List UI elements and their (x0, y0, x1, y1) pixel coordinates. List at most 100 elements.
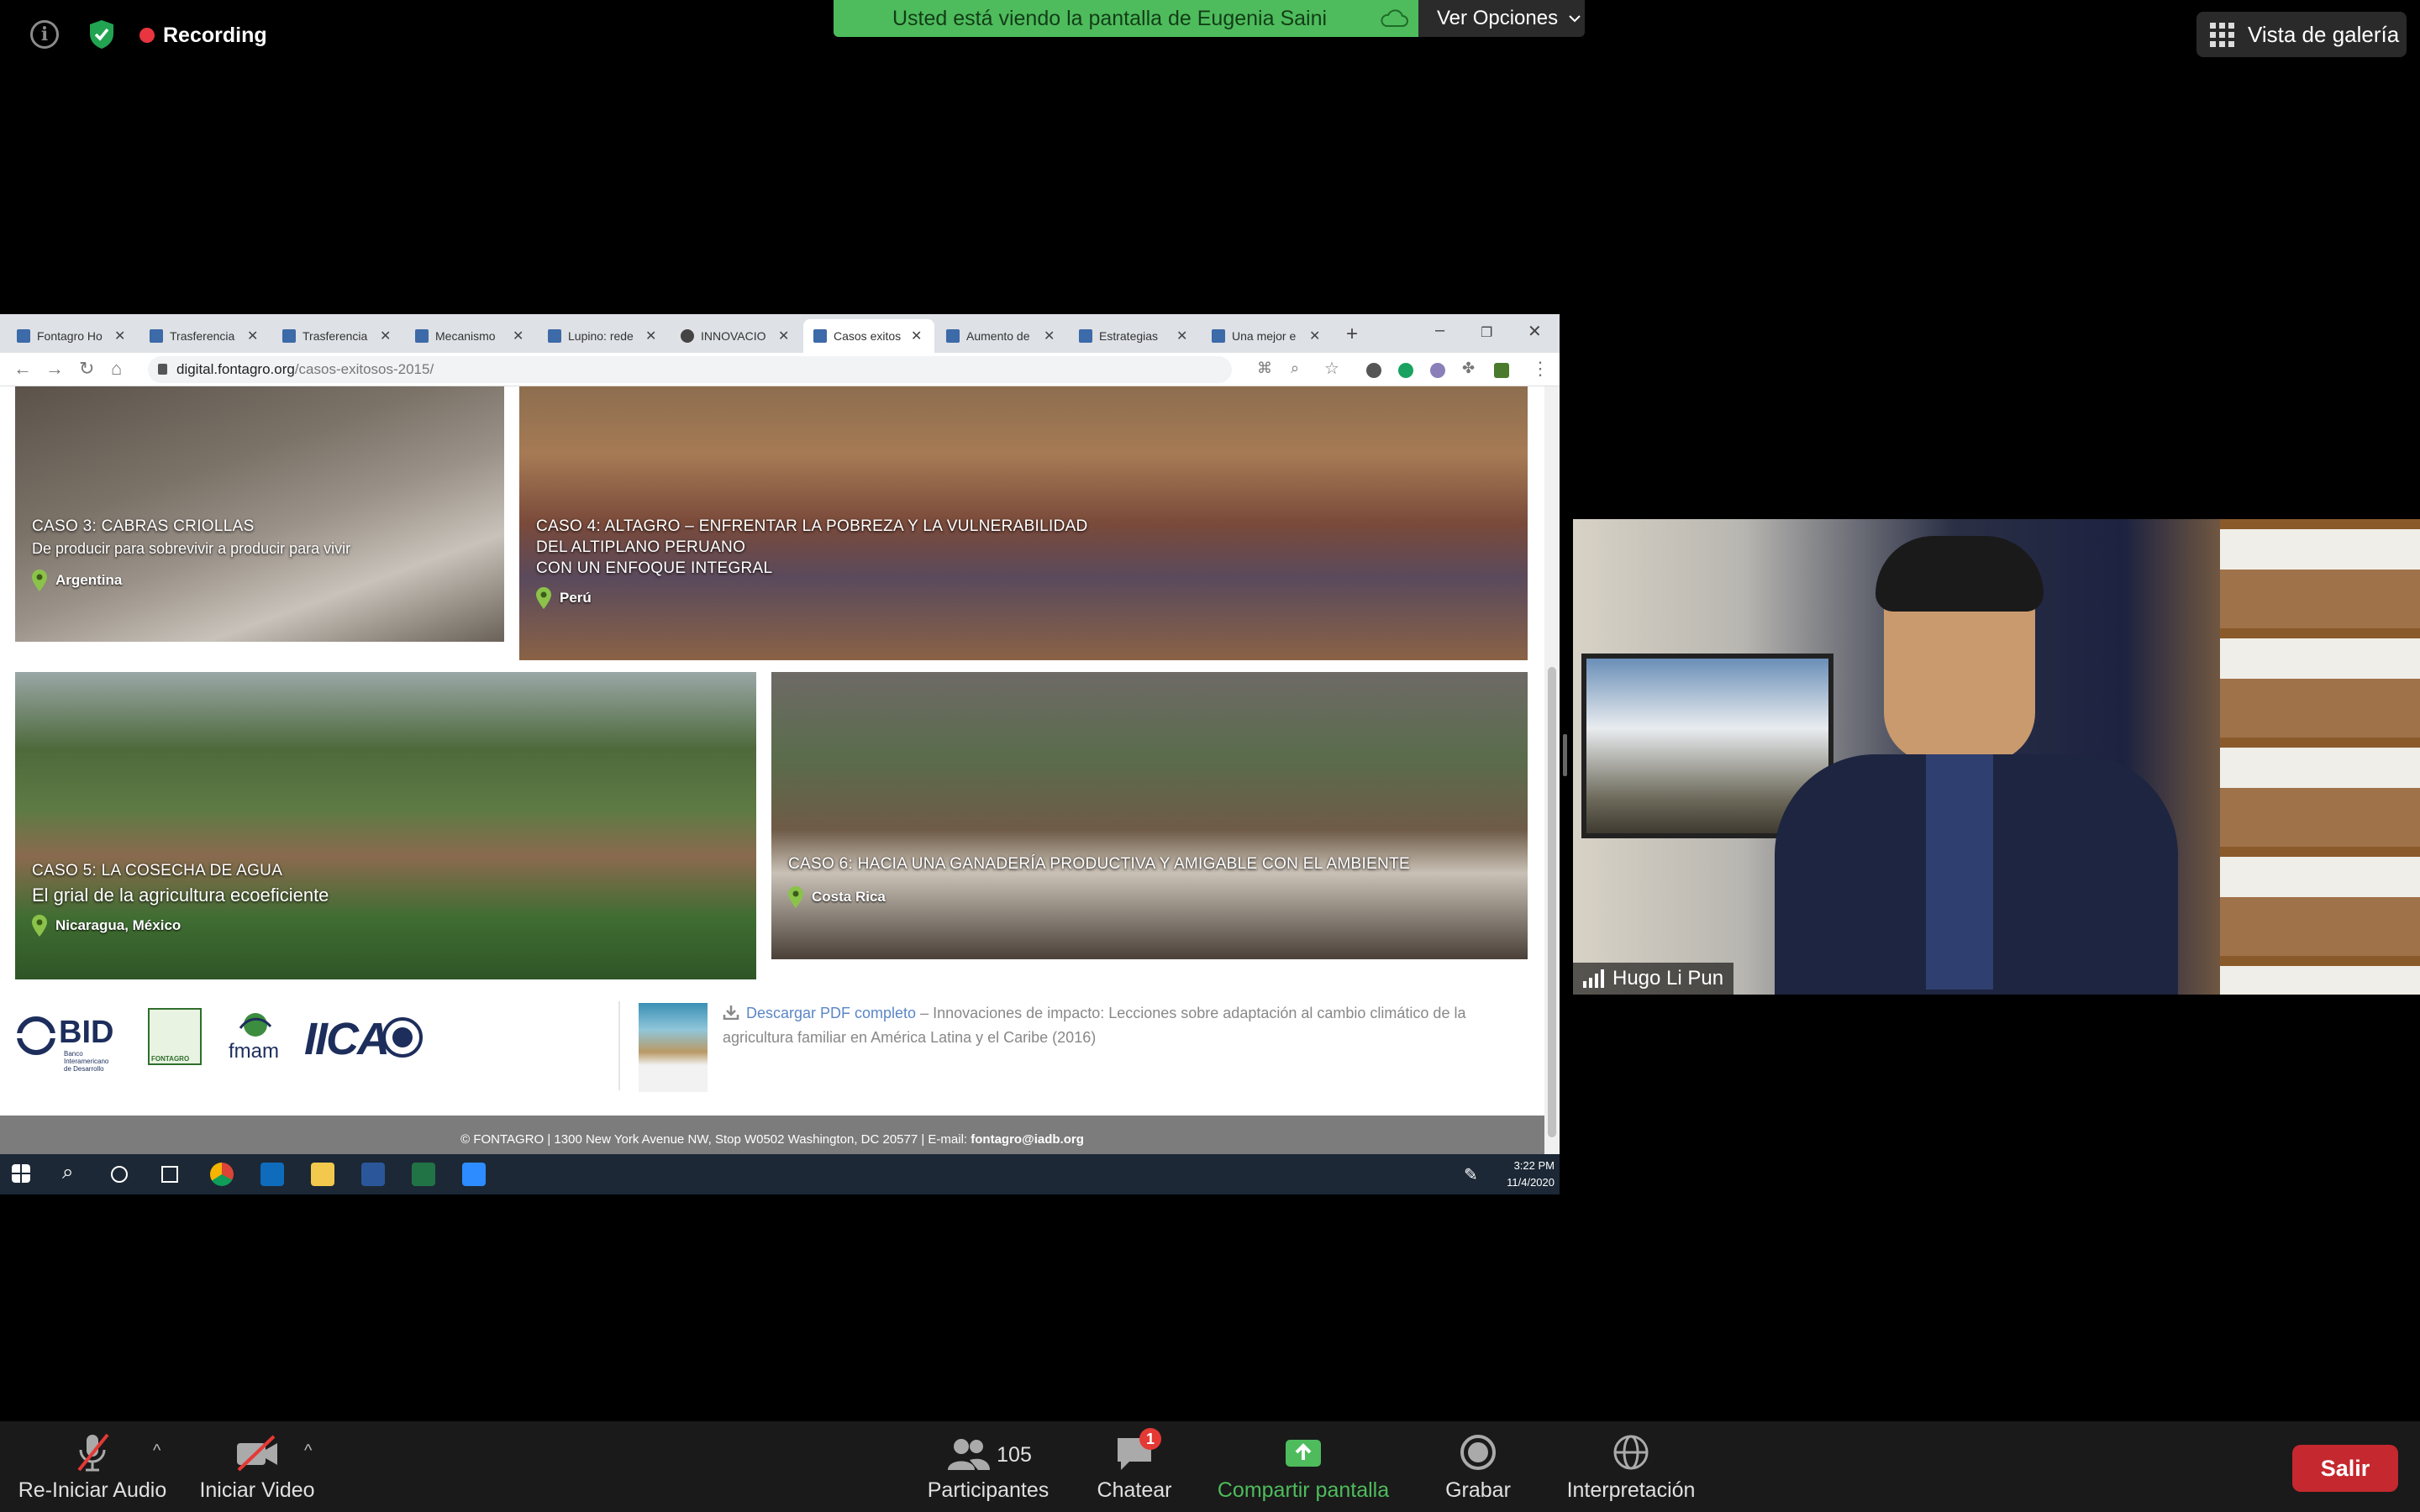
close-tab-icon[interactable]: ✕ (1309, 328, 1320, 344)
home-icon[interactable]: ⌂ (111, 358, 122, 380)
new-tab-icon[interactable]: + (1346, 323, 1358, 346)
url-bar[interactable]: digital.fontagro.org/casos-exitosos-2015… (148, 356, 1232, 383)
close-tab-icon[interactable]: ✕ (114, 328, 125, 344)
browser-tab[interactable]: Aumento de ✕ (936, 319, 1067, 353)
globe-icon (1613, 1435, 1649, 1470)
iica-logo[interactable]: IICA (304, 1010, 425, 1064)
close-tab-icon[interactable]: ✕ (778, 328, 789, 344)
word-icon[interactable] (361, 1163, 385, 1186)
cortana-icon[interactable] (111, 1166, 128, 1183)
browser-tab-strip: Fontagro Ho ✕ Trasferencia ✕ Trasferencia ✕… (0, 314, 1560, 353)
info-icon[interactable]: i (30, 20, 59, 49)
minimize-icon[interactable]: – (1435, 321, 1444, 340)
recording-indicator[interactable]: Recording (139, 22, 267, 49)
participants-button[interactable]: 105 Participantes (919, 1431, 1057, 1503)
grammarly-icon[interactable] (1398, 363, 1413, 378)
forward-icon[interactable]: → (45, 358, 64, 380)
close-tab-icon[interactable]: ✕ (1176, 328, 1187, 344)
iica-logo-text: IICA (304, 1014, 390, 1064)
bookmark-star-icon[interactable]: ☆ (1324, 358, 1339, 379)
footer-email[interactable]: fontagro@iadb.org (971, 1132, 1084, 1147)
tab-title: INNOVACIO (701, 329, 766, 343)
view-options-button[interactable]: Ver Opciones (1418, 0, 1585, 37)
close-tab-icon[interactable]: ✕ (513, 328, 523, 344)
windows-start-icon[interactable] (12, 1164, 30, 1183)
fontagro-logo[interactable]: FONTAGRO (148, 1008, 202, 1065)
reload-icon[interactable]: ↻ (79, 358, 94, 380)
leave-button[interactable]: Salir (2292, 1445, 2398, 1492)
chrome-icon[interactable] (210, 1163, 234, 1186)
browser-tab-active[interactable]: Casos exitos ✕ (803, 319, 934, 353)
clock-date: 11/4/2020 (1507, 1176, 1555, 1189)
outlook-icon[interactable] (260, 1163, 284, 1186)
close-tab-icon[interactable]: ✕ (380, 328, 391, 344)
clock-time: 3:22 PM (1513, 1159, 1555, 1172)
download-pdf-link[interactable]: Descargar PDF completo (746, 1005, 916, 1021)
browser-tab[interactable]: Trasferencia ✕ (272, 319, 403, 353)
pdf-cover-thumbnail[interactable] (639, 1003, 708, 1092)
download-icon (723, 1005, 739, 1021)
system-clock[interactable]: 3:22 PM 11/4/2020 (1507, 1158, 1555, 1191)
case-card[interactable]: CASO 3: CABRAS CRIOLLAS De producir para… (15, 386, 504, 642)
gallery-view-label: Vista de galería (2248, 21, 2400, 47)
case-card[interactable]: CASO 6: HACIA UNA GANADERÍA PRODUCTIVA Y… (771, 672, 1528, 959)
task-view-icon[interactable] (161, 1166, 178, 1183)
restore-icon[interactable]: ❐ (1481, 324, 1492, 341)
chevron-down-icon (1569, 15, 1581, 23)
profile-icon[interactable] (1494, 363, 1509, 378)
browser-tab[interactable]: Trasferencia ✕ (139, 319, 271, 353)
window-close-icon[interactable]: ✕ (1528, 321, 1542, 342)
more-menu-icon[interactable]: ⋮ (1531, 358, 1549, 380)
zoom-app-icon[interactable] (462, 1163, 486, 1186)
close-tab-icon[interactable]: ✕ (645, 328, 656, 344)
close-tab-icon[interactable]: ✕ (247, 328, 258, 344)
chat-button[interactable]: Chatear (1084, 1431, 1185, 1503)
case-card[interactable]: CASO 5: LA COSECHA DE AGUA El grial de l… (15, 672, 756, 979)
case-card[interactable]: CASO 4: ALTAGRO – ENFRENTAR LA POBREZA Y… (519, 386, 1528, 660)
file-explorer-icon[interactable] (311, 1163, 334, 1186)
globe-icon (239, 1013, 272, 1037)
browser-tab[interactable]: Fontagro Ho ✕ (7, 319, 138, 353)
wordpress-icon (681, 329, 694, 343)
share-screen-icon (1286, 1440, 1321, 1467)
shield-check-icon[interactable] (87, 18, 116, 50)
browser-tab[interactable]: INNOVACIO ✕ (671, 319, 802, 353)
browser-tab[interactable]: Lupino: rede ✕ (538, 319, 669, 353)
share-screen-button[interactable]: Compartir pantalla (1210, 1431, 1397, 1503)
puzzle-extensions-icon[interactable]: ✤ (1462, 360, 1475, 377)
translate-icon[interactable]: ⌘ (1257, 360, 1272, 377)
tab-title: Lupino: rede (568, 329, 634, 343)
extension-icon[interactable] (1430, 363, 1445, 378)
favicon-icon (17, 329, 30, 343)
excel-icon[interactable] (412, 1163, 435, 1186)
world-emblem-icon (382, 1017, 423, 1058)
record-button[interactable]: Grabar (1434, 1431, 1523, 1503)
tab-title: Una mejor e (1232, 329, 1297, 343)
participant-video[interactable] (1573, 519, 2420, 995)
meeting-toolbar: Re-Iniciar Audio ^ Iniciar Video ^ 105 P… (0, 1421, 2420, 1512)
back-icon[interactable]: ← (13, 358, 32, 380)
close-tab-icon[interactable]: ✕ (1044, 328, 1055, 344)
page-scrollbar[interactable] (1544, 386, 1560, 1154)
close-tab-icon[interactable]: ✕ (911, 328, 922, 344)
video-button[interactable]: Iniciar Video (192, 1431, 323, 1503)
extension-icon[interactable] (1366, 363, 1381, 378)
zoom-icon[interactable]: ⌕ (1291, 360, 1299, 377)
audio-button[interactable]: Re-Iniciar Audio (17, 1431, 168, 1503)
bid-logo-text: BID (59, 1015, 114, 1050)
resize-handle[interactable] (1563, 734, 1567, 776)
browser-tab[interactable]: Una mejor e ✕ (1202, 319, 1333, 353)
search-icon[interactable]: ⌕ (62, 1161, 73, 1184)
gallery-view-button[interactable]: Vista de galería (2196, 12, 2407, 57)
scrollbar-thumb[interactable] (1548, 667, 1556, 1137)
browser-tab[interactable]: Mecanismo ✕ (405, 319, 536, 353)
interpretation-button[interactable]: Interpretación (1555, 1431, 1707, 1503)
fmam-logo[interactable]: fmam (225, 1011, 289, 1063)
participant-name: Hugo Li Pun (1612, 967, 1724, 990)
bid-logo[interactable]: BID Banco Interamericano de Desarrollo (17, 1010, 134, 1073)
browser-tab[interactable]: Estrategias ✕ (1069, 319, 1200, 353)
pen-icon[interactable]: ✎ (1464, 1164, 1478, 1185)
audio-options-caret-icon[interactable]: ^ (153, 1441, 160, 1461)
video-options-caret-icon[interactable]: ^ (304, 1441, 312, 1461)
muted-video-icon (237, 1435, 277, 1472)
